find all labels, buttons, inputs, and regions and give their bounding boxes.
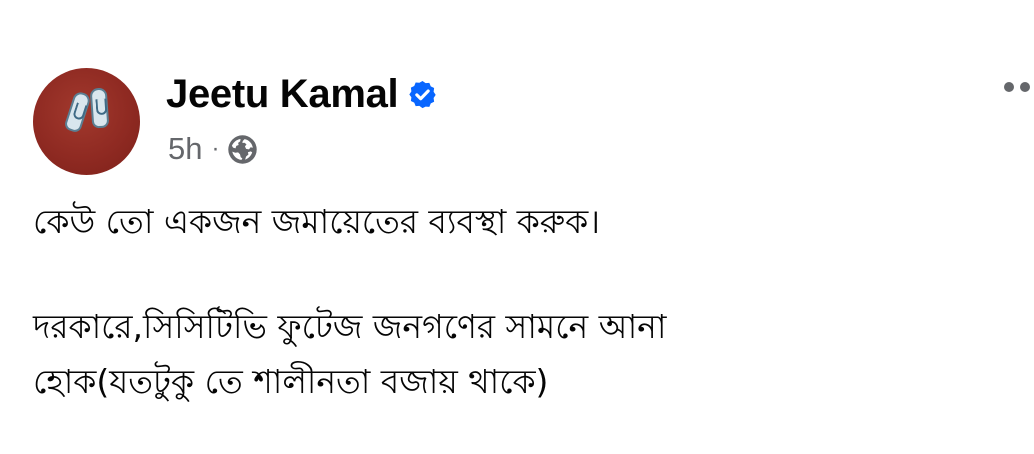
author-header: Jeetu Kamal [166, 70, 438, 118]
post-meta: 5h · [168, 129, 258, 169]
meta-separator: · [211, 135, 220, 162]
sandal-left-image [63, 90, 92, 134]
post-timestamp[interactable]: 5h [168, 131, 202, 167]
post-text-line: হোক(যতটুকু তে শালীনতা বজায় থাকে) [33, 362, 549, 401]
sandal-right-image [89, 87, 110, 129]
author-name[interactable]: Jeetu Kamal [166, 72, 399, 117]
more-options-icon-dot [1020, 82, 1030, 92]
author-avatar[interactable] [33, 68, 140, 175]
post-text-line: কেউ তো একজন জমায়েতের ব্যবস্থা করুক। [33, 202, 601, 241]
post-card: Jeetu Kamal 5h · কেউ তো একজন জমায়েতের ব… [0, 0, 1034, 454]
verified-badge-icon [407, 79, 438, 110]
post-text: কেউ তো একজন জমায়েতের ব্যবস্থা করুক। দরক… [33, 194, 1023, 409]
post-text-line: দরকারে,সিসিটিভি ফুটেজ জনগণের সামনে আনা [33, 307, 667, 346]
more-options-icon-dot [1004, 82, 1014, 92]
globe-icon[interactable] [227, 134, 258, 165]
more-options-button[interactable] [995, 74, 1034, 98]
